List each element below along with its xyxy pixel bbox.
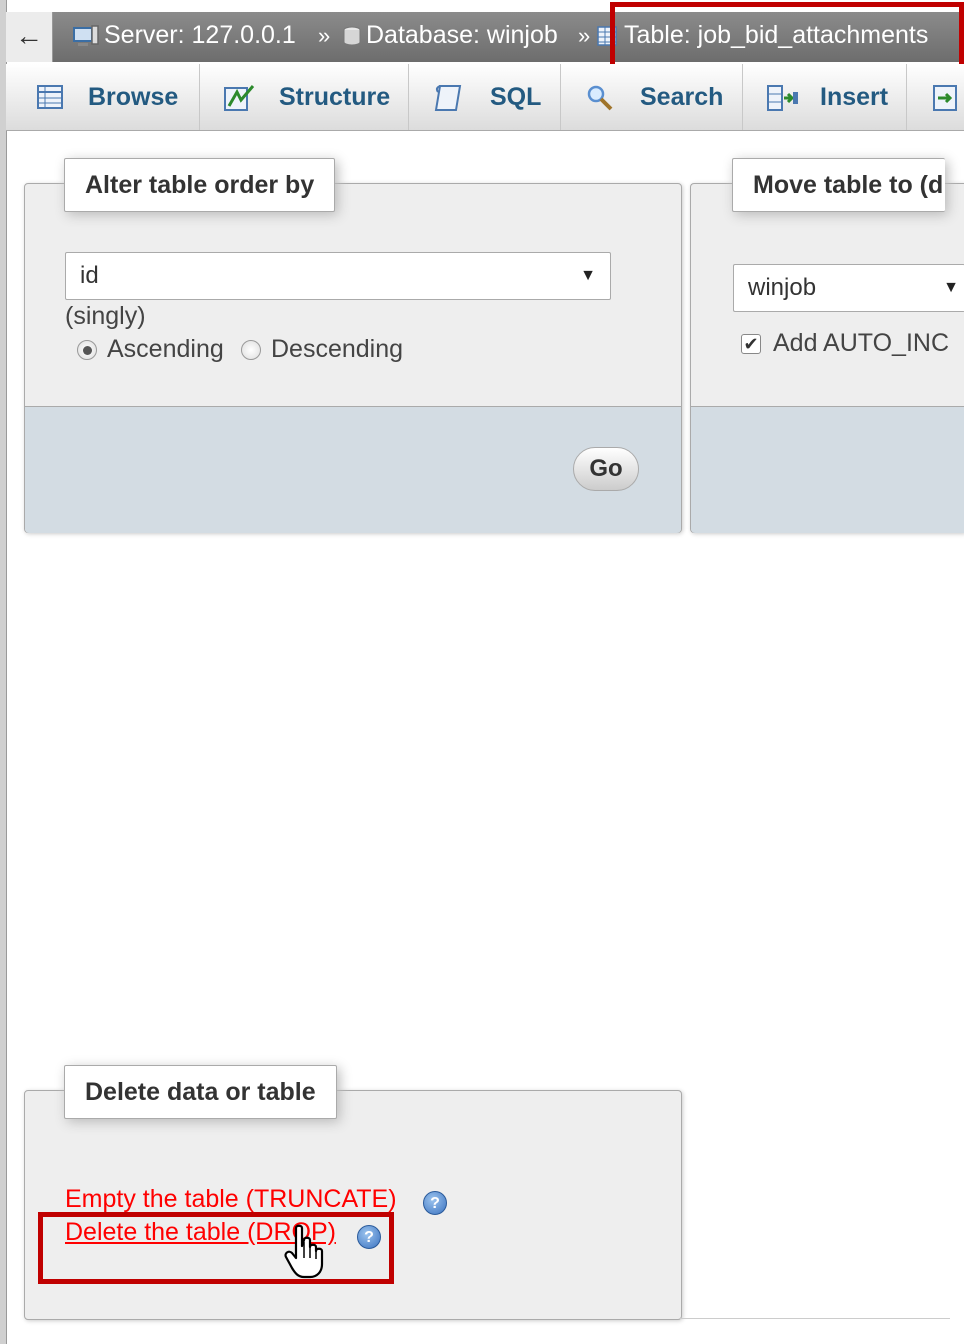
order-column-value: id xyxy=(80,262,99,289)
breadcrumb-database-label: Database: winjob xyxy=(366,21,558,49)
target-database-select[interactable]: winjob ▼ xyxy=(733,264,964,312)
tab-sql[interactable]: SQL xyxy=(408,64,561,130)
descending-label[interactable]: Descending xyxy=(271,335,403,364)
breadcrumb-separator: » xyxy=(578,23,591,48)
descending-radio[interactable] xyxy=(241,340,261,360)
tab-structure[interactable]: Structure xyxy=(199,64,409,130)
alter-order-fieldset: id ▼ (singly) Ascending Descending Go xyxy=(24,183,682,533)
chevron-down-icon: ▼ xyxy=(580,267,596,284)
browse-icon xyxy=(37,85,63,109)
breadcrumb-server-label: Server: 127.0.0.1 xyxy=(104,21,296,49)
tab-insert[interactable]: Insert xyxy=(742,64,907,130)
table-tabs: Browse Structure SQL Search Insert xyxy=(6,64,964,131)
order-column-select[interactable]: id ▼ xyxy=(65,252,611,300)
delete-fieldset: Empty the table (TRUNCATE) ? Delete the … xyxy=(24,1090,682,1320)
tab-insert-label: Insert xyxy=(820,83,889,111)
alter-order-legend: Alter table order by xyxy=(64,158,336,212)
bottom-rule xyxy=(680,1318,950,1319)
sql-icon xyxy=(434,85,462,111)
ascending-radio[interactable] xyxy=(77,340,97,360)
delete-legend: Delete data or table xyxy=(64,1065,337,1119)
breadcrumb-separator: » xyxy=(318,23,331,48)
auto-increment-checkbox[interactable]: ✔ xyxy=(741,334,761,354)
export-icon xyxy=(933,85,957,111)
move-table-fieldset: winjob ▼ ✔ Add AUTO_INC xyxy=(690,183,964,533)
tab-browse[interactable]: Browse xyxy=(6,64,200,130)
breadcrumb-server[interactable]: Server: 127.0.0.1 xyxy=(72,21,296,50)
target-database-value: winjob xyxy=(748,274,817,301)
structure-icon xyxy=(224,85,255,111)
database-icon xyxy=(343,26,361,46)
breadcrumb-database[interactable]: Database: winjob xyxy=(342,21,558,50)
tab-search[interactable]: Search xyxy=(560,64,743,130)
tab-browse-label: Browse xyxy=(88,83,179,111)
alter-order-footer: Go xyxy=(25,406,681,533)
drop-link-highlight xyxy=(38,1212,394,1284)
truncate-link[interactable]: Empty the table (TRUNCATE) xyxy=(65,1185,397,1214)
tab-structure-label: Structure xyxy=(279,83,391,111)
back-arrow-icon[interactable]: ← xyxy=(6,12,53,62)
go-button[interactable]: Go xyxy=(573,447,639,491)
move-table-footer xyxy=(691,406,964,533)
ascending-label[interactable]: Ascending xyxy=(107,335,224,364)
server-icon xyxy=(73,25,99,47)
insert-icon xyxy=(767,85,798,111)
tab-search-label: Search xyxy=(640,83,724,111)
order-note: (singly) xyxy=(65,302,146,330)
truncate-help-icon[interactable]: ? xyxy=(423,1191,447,1215)
tab-export[interactable] xyxy=(906,64,964,130)
search-icon xyxy=(587,85,613,111)
tab-sql-label: SQL xyxy=(490,83,542,111)
chevron-down-icon: ▼ xyxy=(943,279,959,296)
auto-increment-label[interactable]: Add AUTO_INC xyxy=(773,329,949,358)
left-panel-edge xyxy=(0,0,7,1344)
move-table-legend: Move table to (d xyxy=(732,158,945,212)
